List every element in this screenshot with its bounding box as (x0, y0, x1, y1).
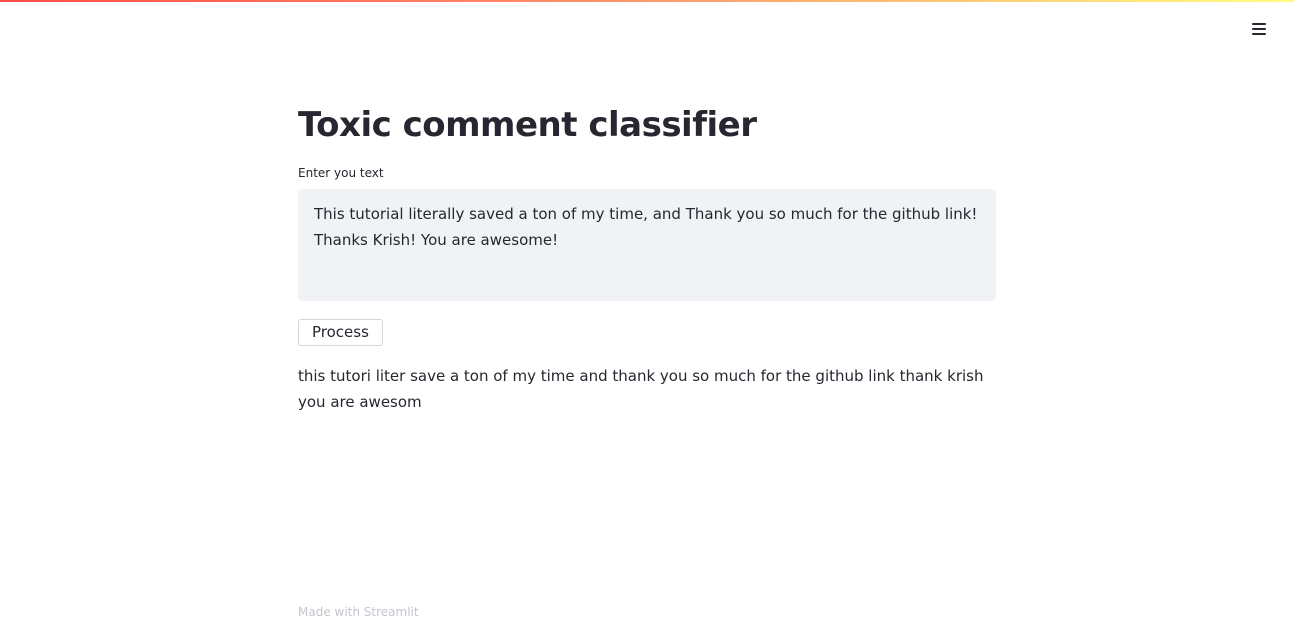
main-menu-button[interactable] (1248, 18, 1270, 40)
top-decoration-bar (0, 0, 1294, 2)
page-title: Toxic comment classifier (298, 105, 757, 145)
hamburger-menu-icon (1252, 23, 1266, 35)
process-button[interactable]: Process (298, 319, 383, 346)
text-input-label: Enter you text (298, 166, 384, 180)
processed-output-text: this tutori liter save a ton of my time … (298, 367, 984, 411)
footer-made-with-streamlit[interactable]: Made with Streamlit (298, 604, 419, 620)
comment-text-area[interactable]: This tutorial literally saved a ton of m… (298, 189, 996, 301)
